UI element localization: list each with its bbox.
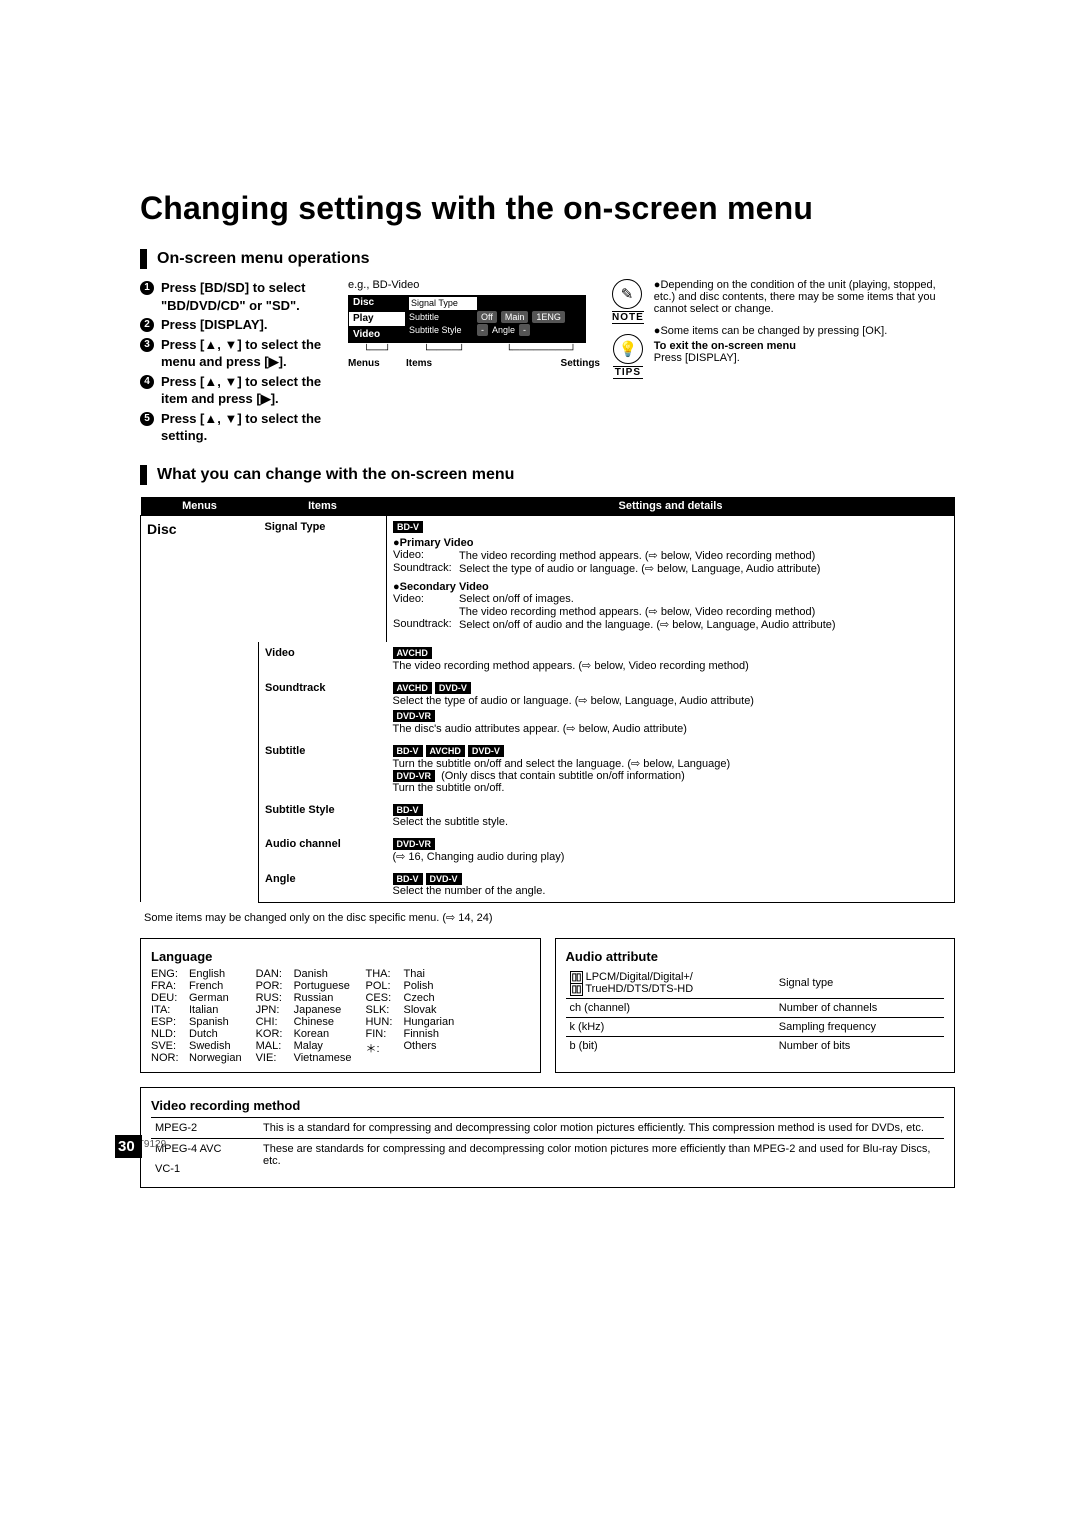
lang-row: POR:Portuguese (256, 980, 352, 992)
section-onscreen-ops: On-screen menu operations (140, 249, 955, 269)
lang-row: NOR:Norwegian (151, 1052, 242, 1064)
lang-row: KOR:Korean (256, 1028, 352, 1040)
osd-tab-video: Video (348, 327, 406, 343)
lang-row: VIE:Vietnamese (256, 1052, 352, 1064)
menu-disc: Disc (141, 515, 259, 902)
note-text: ●Depending on the condition of the unit … (654, 279, 955, 315)
operation-steps: 1Press [BD/SD] to select "BD/DVD/CD" or … (140, 279, 336, 445)
video-recording-method-box: Video recording method MPEG-2This is a s… (140, 1087, 955, 1188)
lang-row: RUS:Russian (256, 992, 352, 1004)
section-what-change: What you can change with the on-screen m… (140, 465, 955, 485)
lang-row: THA:Thai (365, 968, 454, 980)
lang-row: SLK:Slovak (365, 1004, 454, 1016)
lang-row: ＊:Others (365, 1040, 454, 1056)
tips-icon: 💡 (613, 334, 643, 364)
lang-row: ENG:English (151, 968, 242, 980)
lang-row: FIN:Finnish (365, 1028, 454, 1040)
lang-row: HUN:Hungarian (365, 1016, 454, 1028)
lang-row: DAN:Danish (256, 968, 352, 980)
settings-table: Menus Items Settings and details Disc Si… (140, 497, 955, 903)
language-box: Language ENG:EnglishFRA:FrenchDEU:German… (140, 938, 541, 1073)
footnote: Some items may be changed only on the di… (144, 911, 955, 924)
osd-example: e.g., BD-Video Disc Play Video Signal Ty… (348, 279, 600, 369)
osd-tab-play: Play (348, 311, 406, 327)
note-icon: ✎ (612, 279, 642, 309)
audio-attr-box: Audio attribute ▯▯ LPCM/Digital/Digital+… (555, 938, 956, 1073)
lang-row: CHI:Chinese (256, 1016, 352, 1028)
lang-row: POL:Polish (365, 980, 454, 992)
lang-row: JPN:Japanese (256, 1004, 352, 1016)
lang-row: CES:Czech (365, 992, 454, 1004)
tips-text-1: ●Some items can be changed by pressing [… (654, 325, 955, 337)
lang-row: DEU:German (151, 992, 242, 1004)
page-number: 30 (115, 1135, 142, 1158)
lang-row: ESP:Spanish (151, 1016, 242, 1028)
lang-row: FRA:French (151, 980, 242, 992)
lang-row: SVE:Swedish (151, 1040, 242, 1052)
lang-row: ITA:Italian (151, 1004, 242, 1016)
osd-tab-disc: Disc (348, 295, 406, 311)
page-title: Changing settings with the on-screen men… (140, 190, 955, 227)
lang-row: MAL:Malay (256, 1040, 352, 1052)
lang-row: NLD:Dutch (151, 1028, 242, 1040)
